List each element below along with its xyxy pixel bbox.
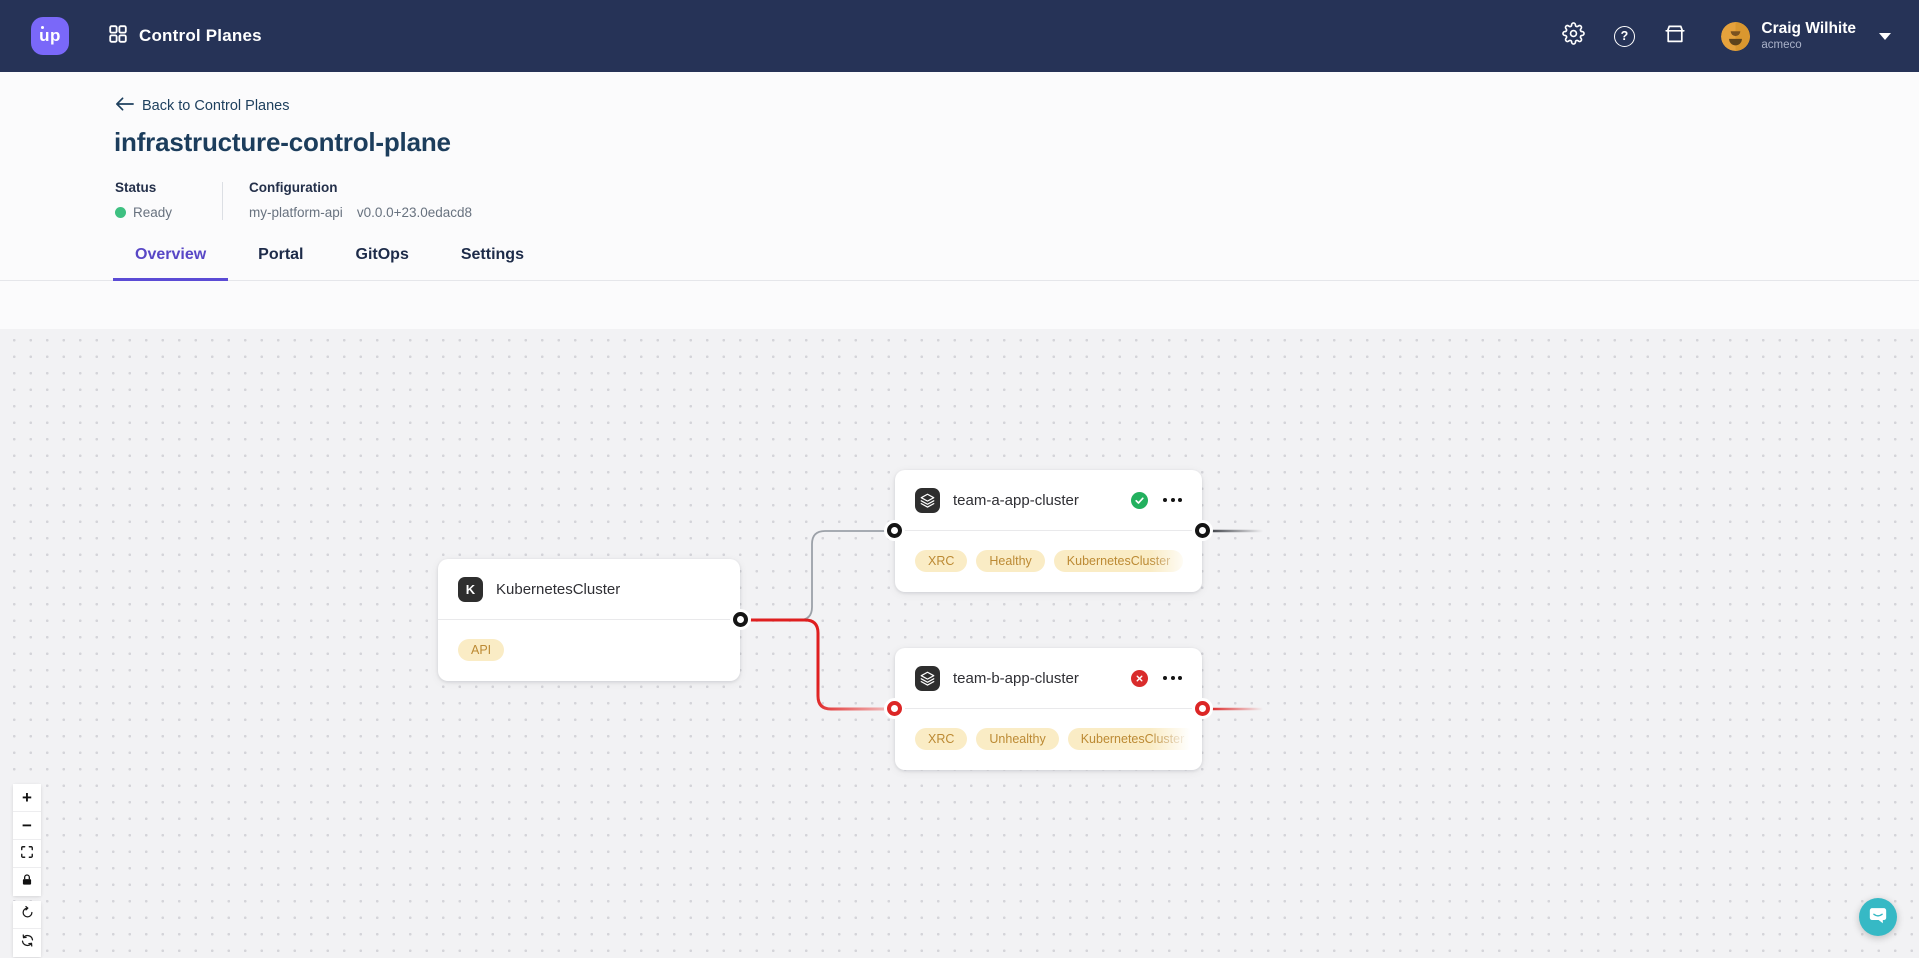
pill-healthy: Healthy <box>976 550 1044 572</box>
user-org: acmeco <box>1761 39 1856 52</box>
edge-kc-to-team-a <box>748 531 888 620</box>
tab-bar: Overview Portal GitOps Settings <box>0 246 1919 281</box>
tab-settings[interactable]: Settings <box>439 246 546 281</box>
meta-row: Status Ready Configuration my-platform-a… <box>115 180 1919 220</box>
configuration-name: my-platform-api <box>249 205 343 220</box>
top-navigation-bar: up Control Planes ? <box>0 0 1919 72</box>
zoom-in-button[interactable]: + <box>13 784 41 812</box>
handle-target-left[interactable] <box>887 523 902 538</box>
storefront-icon <box>1663 22 1687 51</box>
chevron-down-icon <box>1879 33 1891 40</box>
node-label: team-a-app-cluster <box>953 492 1079 509</box>
meta-divider <box>222 182 223 220</box>
topbar-actions: ? Craig Wilhite <box>1560 20 1919 52</box>
app-title: Control Planes <box>139 26 262 46</box>
rotate-button[interactable] <box>13 901 41 929</box>
zoom-out-button[interactable]: − <box>13 812 41 840</box>
back-link[interactable]: Back to Control Planes <box>115 96 290 116</box>
avatar <box>1721 22 1750 51</box>
chat-launcher-button[interactable] <box>1859 898 1897 936</box>
status-ready-dot <box>115 207 126 218</box>
gear-icon <box>1562 22 1585 50</box>
tab-gitops[interactable]: GitOps <box>334 246 431 281</box>
fit-view-button[interactable] <box>13 840 41 868</box>
pill-xrc: XRC <box>915 728 967 750</box>
upbound-logo[interactable]: up <box>31 17 69 55</box>
layers-icon <box>915 666 940 691</box>
page-header: Back to Control Planes infrastructure-co… <box>0 72 1919 281</box>
edges-layer <box>0 329 1919 958</box>
configuration-version: v0.0.0+23.0edacd8 <box>357 205 472 220</box>
status-label: Status <box>115 180 172 195</box>
node-menu-button[interactable] <box>1163 672 1182 684</box>
marketplace-button[interactable] <box>1662 23 1688 49</box>
chat-bubble-icon <box>1868 905 1888 930</box>
unhealthy-x-icon <box>1131 670 1148 687</box>
app-heading: Control Planes <box>107 23 262 50</box>
back-arrow-icon <box>115 96 134 116</box>
reload-icon <box>20 933 35 953</box>
handle-target-left[interactable] <box>887 701 902 716</box>
logo-dot <box>41 26 44 29</box>
node-menu-button[interactable] <box>1163 494 1182 506</box>
graph-canvas[interactable]: K KubernetesCluster API team-a-app-clust… <box>0 329 1919 958</box>
tab-overview[interactable]: Overview <box>113 246 228 281</box>
pill-kubernetescluster: KubernetesCluster <box>1068 728 1198 750</box>
back-link-label: Back to Control Planes <box>142 98 290 114</box>
lock-button[interactable] <box>13 868 41 896</box>
configuration-block: Configuration my-platform-api v0.0.0+23.… <box>249 180 472 220</box>
page-title: infrastructure-control-plane <box>114 127 1919 158</box>
node-kubernetescluster[interactable]: K KubernetesCluster API <box>438 559 740 681</box>
user-name: Craig Wilhite <box>1761 20 1856 38</box>
pill-xrc: XRC <box>915 550 967 572</box>
node-label: team-b-app-cluster <box>953 670 1079 687</box>
user-text: Craig Wilhite acmeco <box>1761 20 1856 52</box>
status-block: Status Ready <box>115 180 172 220</box>
kubernetes-resource-icon: K <box>458 577 483 602</box>
handle-source-right[interactable] <box>1195 701 1210 716</box>
status-value: Ready <box>133 205 172 220</box>
user-menu[interactable]: Craig Wilhite acmeco <box>1721 20 1891 52</box>
tab-portal[interactable]: Portal <box>236 246 325 281</box>
handle-source-right[interactable] <box>733 612 748 627</box>
canvas-controls: + − <box>13 784 41 957</box>
handle-source-right[interactable] <box>1195 523 1210 538</box>
node-team-a-app-cluster[interactable]: team-a-app-cluster XRC Healthy Kubernete… <box>895 470 1202 592</box>
node-team-b-app-cluster[interactable]: team-b-app-cluster XRC Unhealthy Kuberne… <box>895 648 1202 770</box>
edge-kc-to-team-b-fade <box>818 685 888 709</box>
configuration-label: Configuration <box>249 180 472 195</box>
reload-button[interactable] <box>13 929 41 957</box>
pill-api: API <box>458 639 504 661</box>
pill-unhealthy: Unhealthy <box>976 728 1058 750</box>
healthy-check-icon <box>1131 492 1148 509</box>
layers-icon <box>915 488 940 513</box>
logo-text: up <box>39 26 61 46</box>
node-label: KubernetesCluster <box>496 581 620 598</box>
plus-icon: + <box>22 788 32 808</box>
rotate-icon <box>20 905 35 925</box>
settings-gear-button[interactable] <box>1560 23 1586 49</box>
help-icon: ? <box>1614 26 1635 47</box>
minus-icon: − <box>22 816 32 836</box>
fit-view-icon <box>20 844 34 864</box>
help-button[interactable]: ? <box>1611 23 1637 49</box>
edge-kc-to-team-b-solid <box>748 620 818 685</box>
pill-kubernetescluster: KubernetesCluster <box>1054 550 1184 572</box>
lock-icon <box>20 872 34 892</box>
grid-icon <box>107 23 129 50</box>
